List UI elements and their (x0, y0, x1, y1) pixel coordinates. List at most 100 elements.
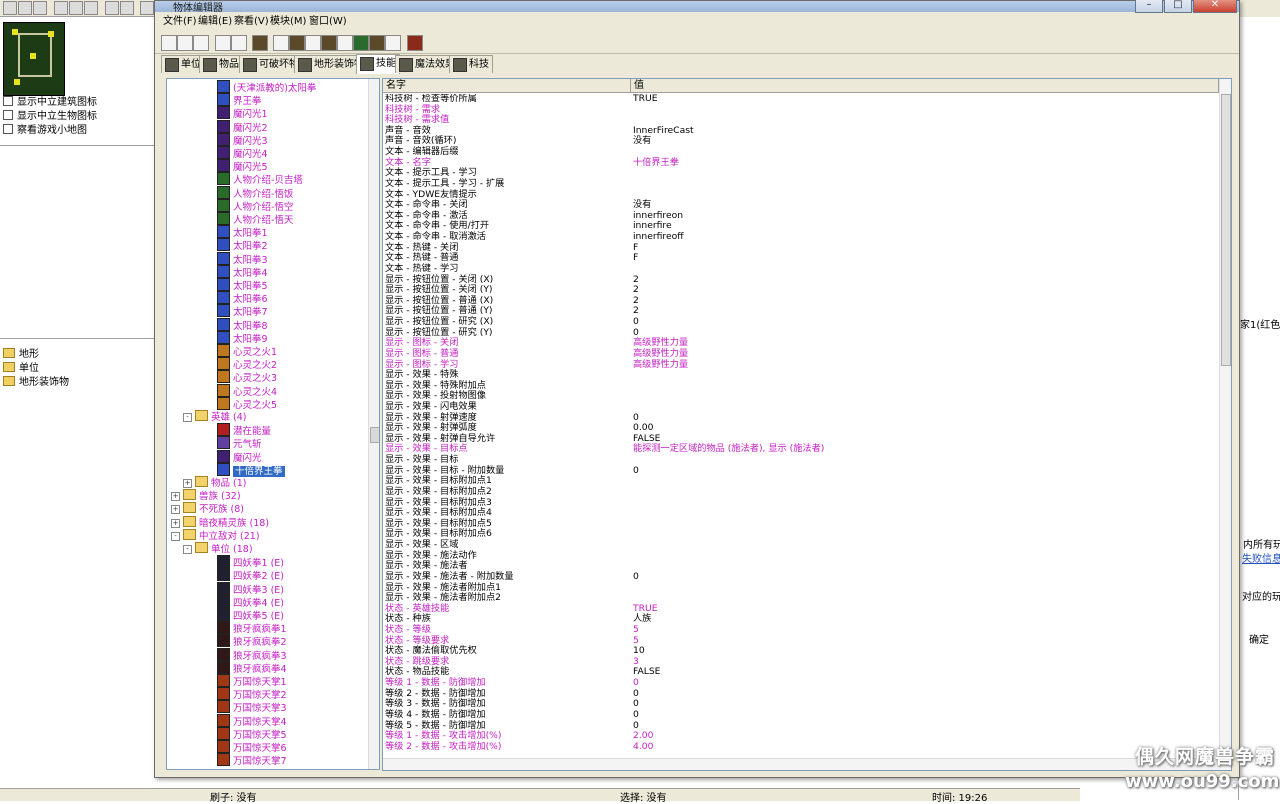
menu-window[interactable]: 窗口(W) (309, 14, 347, 30)
tree-item[interactable]: 魔闪光3 (217, 132, 268, 147)
tree-item[interactable]: 人物介绍-悟饭 (217, 185, 293, 200)
property-row[interactable]: 文本 - 命令串 - 取消激活 innerfireoff (383, 231, 1219, 243)
tree-item[interactable]: 十倍界王拳 (217, 462, 285, 477)
terrain-editor-icon[interactable] (252, 35, 268, 51)
tree-item[interactable]: 魔闪光5 (217, 159, 268, 173)
new-icon[interactable] (161, 35, 177, 51)
expand-icon[interactable]: + (171, 518, 180, 528)
tree-item[interactable]: 狼牙疯疯拳3 (217, 647, 287, 662)
property-row[interactable]: 科技树 - 检查等价所属 TRUE (383, 94, 1219, 105)
grid-vertical-scrollbar[interactable] (1219, 79, 1231, 757)
tree-item[interactable]: 太阳拳6 (217, 291, 268, 305)
property-row[interactable]: 科技树 - 需求 (383, 104, 1219, 116)
expand-icon[interactable]: + (171, 492, 180, 502)
property-row[interactable]: 显示 - 效果 - 施法者 - 附加数量 0 (383, 571, 1219, 583)
property-row[interactable]: 状态 - 跳级要求 3 (383, 656, 1219, 668)
column-header-name[interactable]: 名字 (383, 79, 631, 92)
property-row[interactable]: 状态 - 英雄技能 TRUE (383, 603, 1219, 615)
tree-item[interactable]: 魔闪光4 (217, 146, 268, 160)
property-row[interactable]: 显示 - 按钮位置 - 研究 (Y) 0 (383, 327, 1219, 339)
sound-editor-icon[interactable] (305, 35, 321, 51)
property-row[interactable]: 显示 - 效果 - 目标 (383, 454, 1219, 466)
property-row[interactable]: 显示 - 效果 - 目标点 能探测一定区域的物品 (施法者), 显示 (施法者) (383, 444, 1219, 455)
property-row[interactable]: 声音 - 音效(循环) 没有 (383, 136, 1219, 147)
tree-item[interactable]: 人物介绍-悟天 (217, 212, 293, 226)
tab-abilities[interactable]: 技能 (356, 54, 400, 74)
property-row[interactable]: 文本 - 提示工具 - 学习 - 扩展 (383, 178, 1219, 190)
checkbox-show-neutral-creeps[interactable]: 显示中立生物图标 (3, 110, 97, 123)
tree-scroll-thumb[interactable] (370, 427, 379, 443)
property-row[interactable]: 等级 4 - 数据 - 防御增加 0 (383, 709, 1219, 721)
property-row[interactable]: 显示 - 效果 - 施法者附加点1 (383, 582, 1219, 594)
grid-horizontal-scrollbar[interactable] (383, 758, 1231, 770)
copy-icon[interactable] (215, 35, 231, 51)
tree-item[interactable]: 万国惊天掌5 (217, 726, 287, 741)
save-icon[interactable] (33, 1, 47, 15)
minimize-button[interactable]: – (1135, 0, 1163, 13)
ai-editor-icon[interactable] (353, 35, 369, 51)
save-icon[interactable] (193, 35, 209, 51)
maximize-button[interactable]: □ (1164, 0, 1192, 13)
tree-item[interactable]: 万国惊天掌1 (217, 674, 287, 688)
tree-folder[interactable]: + 物品 (1) (183, 476, 246, 489)
tree-item[interactable]: 人物介绍-贝吉塔 (217, 172, 303, 186)
tree-folder[interactable]: + 不死族 (8) (171, 502, 244, 515)
tree-item[interactable]: 四妖拳4 (E) (217, 594, 284, 609)
property-row[interactable]: 显示 - 效果 - 目标附加点6 (383, 529, 1219, 540)
tree-item[interactable]: 狼牙疯疯拳2 (217, 634, 287, 648)
tree-item[interactable]: 万国惊天掌3 (217, 700, 287, 714)
property-row[interactable]: 显示 - 效果 - 施法者附加点2 (383, 593, 1219, 604)
tree-folder[interactable]: + 兽族 (32) (171, 489, 241, 502)
minimap[interactable] (3, 22, 65, 96)
tree-item[interactable]: 四妖拳1 (E) (217, 555, 284, 569)
property-row[interactable]: 显示 - 效果 - 投射物图像 (383, 391, 1219, 402)
palette-folder-doodads[interactable]: 地形装饰物 (3, 376, 69, 389)
property-row[interactable]: 显示 - 图标 - 关闭 高级野性力量 (383, 338, 1219, 349)
tree-item[interactable]: 魔闪光2 (217, 119, 268, 134)
property-row[interactable]: 显示 - 效果 - 目标附加点1 (383, 476, 1219, 487)
tab-items[interactable]: 物品 (199, 55, 243, 73)
property-row[interactable]: 等级 2 - 数据 - 攻击增加(%) 4.00 (383, 741, 1219, 753)
property-row[interactable]: 显示 - 效果 - 施法动作 (383, 550, 1219, 562)
paste-icon[interactable] (231, 35, 247, 51)
open-icon[interactable] (18, 1, 32, 15)
property-row[interactable]: 状态 - 物品技能 FALSE (383, 667, 1219, 678)
property-row[interactable]: 状态 - 等级要求 5 (383, 635, 1219, 647)
menu-module[interactable]: 模块(M) (270, 14, 306, 30)
dialog-link[interactable]: 失败信息: (1242, 550, 1280, 565)
redo-icon[interactable] (120, 1, 134, 15)
palette-folder-units[interactable]: 单位 (3, 362, 39, 375)
property-grid[interactable]: 名字 值 科技树 - 检查等价所属 TRUE 科技树 - 需求 科技树 - 需求值 声音… (382, 78, 1232, 771)
property-row[interactable]: 文本 - YDWE友情提示 (383, 189, 1219, 201)
tree-item[interactable]: 四妖拳5 (E) (217, 608, 284, 622)
tree-item[interactable]: 心灵之火3 (217, 370, 277, 384)
tree-scrollbar[interactable] (368, 79, 379, 769)
property-row[interactable]: 显示 - 效果 - 区域 (383, 539, 1219, 551)
cut-icon[interactable] (54, 1, 68, 15)
tree-item[interactable]: 狼牙疯疯拳1 (217, 621, 287, 635)
property-row[interactable]: 科技树 - 需求值 (383, 115, 1219, 126)
tree-item[interactable]: 太阳拳2 (217, 238, 268, 252)
tree-item[interactable]: 心灵之火2 (217, 357, 277, 371)
ability-tree[interactable]: (天津派教的)太阳拳 界王拳 魔闪光1 魔闪光2 魔闪光3 魔闪光4 魔闪光5 人物介绍-贝吉… (166, 78, 380, 770)
close-button[interactable]: ✕ (1193, 0, 1237, 13)
property-row[interactable]: 文本 - 命令串 - 关闭 没有 (383, 200, 1219, 211)
menu-edit[interactable]: 编辑(E) (198, 14, 232, 30)
tree-item[interactable]: 太阳拳9 (217, 330, 268, 345)
tree-item[interactable]: 潜在能量 (217, 423, 271, 437)
tree-item[interactable]: 魔闪光 (217, 449, 262, 464)
tree-item[interactable]: 太阳拳3 (217, 251, 268, 266)
tree-item[interactable]: 心灵之火1 (217, 344, 277, 358)
tree-item[interactable]: 太阳拳4 (217, 264, 268, 279)
property-row[interactable]: 等级 2 - 数据 - 防御增加 0 (383, 688, 1219, 700)
property-row[interactable]: 显示 - 效果 - 射弹速度 0 (383, 412, 1219, 424)
property-row[interactable]: 显示 - 按钮位置 - 关闭 (X) 2 (383, 274, 1219, 286)
property-row[interactable]: 显示 - 按钮位置 - 研究 (X) 0 (383, 316, 1219, 328)
tree-item[interactable]: 狼牙疯疯拳4 (217, 660, 287, 675)
property-row[interactable]: 显示 - 图标 - 普通 高级野性力量 (383, 348, 1219, 360)
tree-item[interactable]: 万国惊天掌2 (217, 687, 287, 701)
ok-button[interactable]: 确定 (1249, 631, 1269, 646)
property-row[interactable]: 文本 - 名字 十倍界王拳 (383, 157, 1219, 169)
checkbox-view-game-minimap[interactable]: 察看游戏小地图 (3, 124, 87, 137)
column-header-value[interactable]: 值 (631, 79, 1219, 92)
